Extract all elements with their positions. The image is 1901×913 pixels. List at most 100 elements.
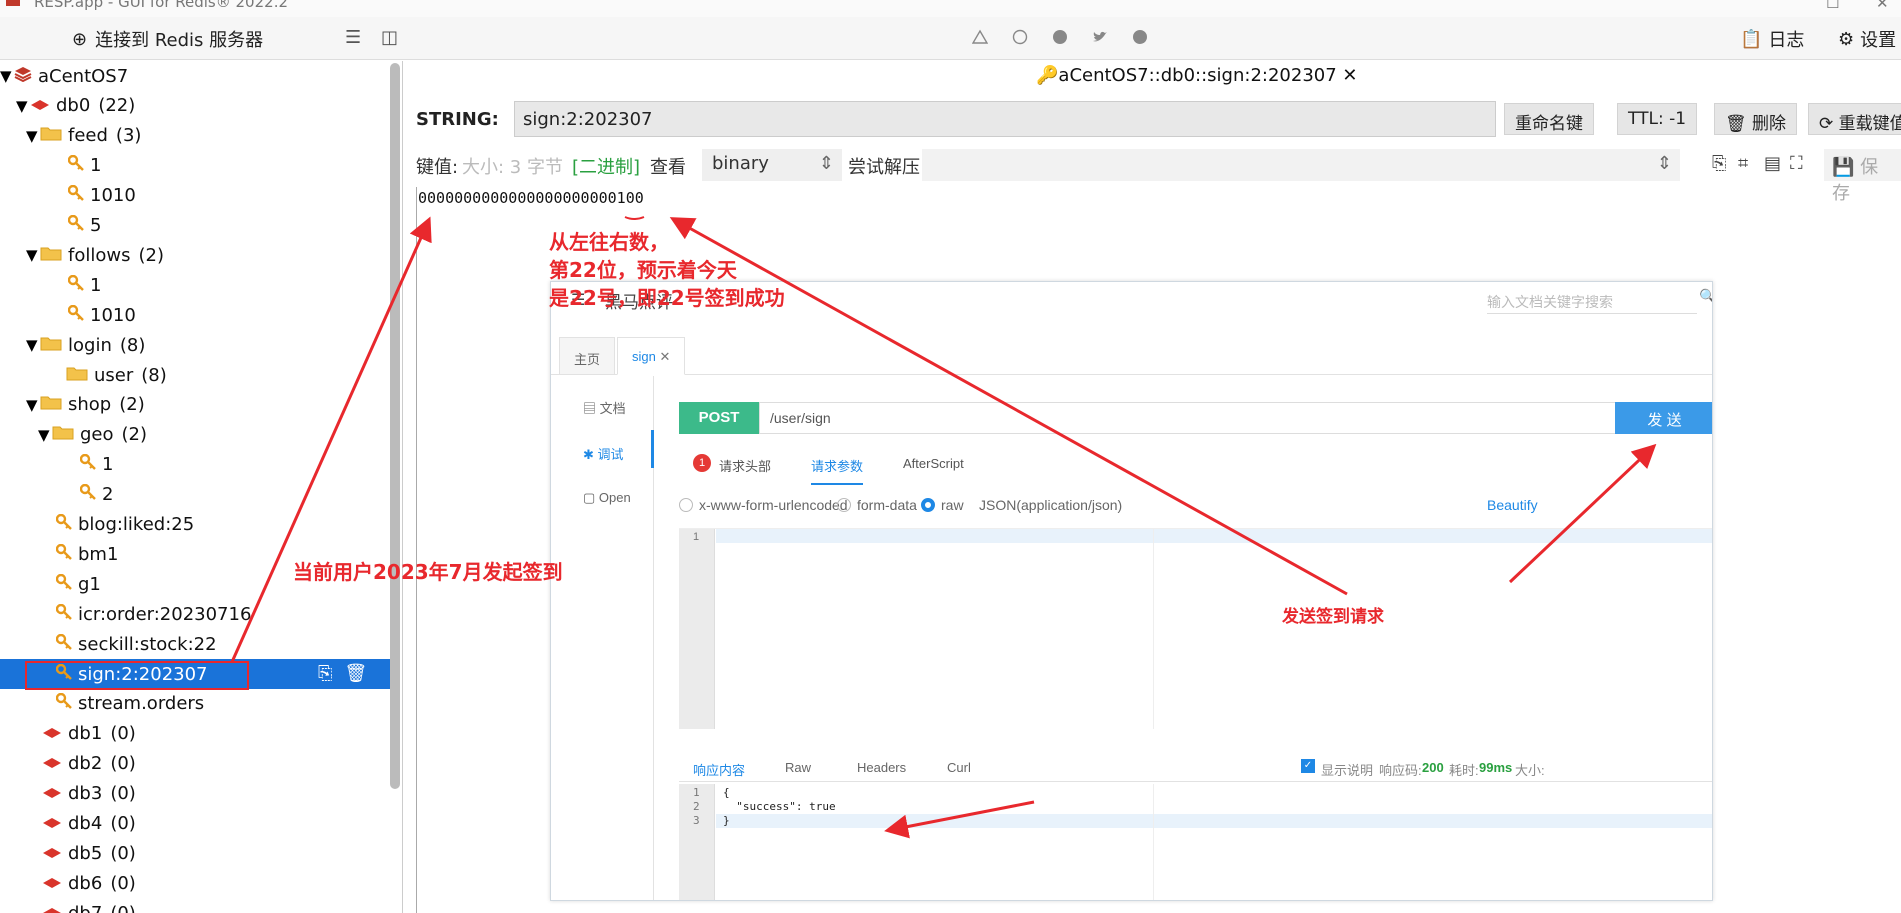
- tree-node[interactable]: 2: [0, 480, 390, 510]
- tree-node[interactable]: 1010: [0, 181, 390, 211]
- radio-form-data[interactable]: [837, 498, 851, 512]
- tree-node[interactable]: user (8): [0, 360, 390, 390]
- expand-toggle-icon[interactable]: ▼: [38, 426, 52, 444]
- tree-node[interactable]: blog:liked:25: [0, 510, 390, 540]
- sidebar-scrollbar[interactable]: [390, 63, 400, 789]
- subtab-headers[interactable]: 请求头部: [719, 456, 771, 475]
- tree-node[interactable]: db6 (0): [0, 868, 390, 898]
- decompress-select[interactable]: ⇕: [922, 149, 1680, 181]
- expand-toggle-icon[interactable]: ▼: [26, 246, 40, 264]
- tree-node[interactable]: ▼ feed (3): [0, 121, 390, 151]
- tree-node[interactable]: ▼ shop (2): [0, 390, 390, 420]
- connect-button[interactable]: ⊕ 连接到 Redis 服务器: [72, 26, 263, 52]
- binary-icon[interactable]: ▤: [1764, 153, 1781, 174]
- request-body-editor[interactable]: 1: [679, 528, 1712, 729]
- side-open-item[interactable]: ▢ Open: [583, 490, 631, 506]
- search-icon[interactable]: 🔍: [1699, 288, 1712, 305]
- tree-node-count: (2): [119, 394, 145, 416]
- reload-value-button[interactable]: ⟳ 重载键值: [1808, 103, 1901, 135]
- expand-toggle-icon[interactable]: ▼: [26, 336, 40, 354]
- connection-tree-panel: ▼ aCentOS7 ▼ db0 (22) ▼ feed (3) 1 1010 5 ▼ follows (…: [0, 61, 403, 913]
- tree-node[interactable]: 1: [0, 450, 390, 480]
- tree-node[interactable]: db2 (0): [0, 749, 390, 779]
- send-button[interactable]: 发 送: [1615, 402, 1712, 434]
- tree-node[interactable]: db4 (0): [0, 809, 390, 839]
- decompress-label: 尝试解压:: [848, 157, 927, 178]
- key-icon: [55, 513, 72, 535]
- tree-node[interactable]: db5 (0): [0, 838, 390, 868]
- telegram-icon[interactable]: [1052, 29, 1068, 45]
- github-icon[interactable]: [1132, 29, 1148, 45]
- value-editor[interactable]: 0000000000000000000000100: [418, 189, 644, 207]
- tree-node[interactable]: stream.orders: [0, 689, 390, 719]
- resp-tab-raw[interactable]: Raw: [785, 760, 811, 775]
- split-view-icon[interactable]: ◫: [381, 27, 398, 48]
- tree-node[interactable]: 1: [0, 270, 390, 300]
- tab-sign[interactable]: sign ✕: [617, 337, 686, 375]
- copy-key-icon[interactable]: ⎘: [318, 663, 332, 684]
- rename-key-button[interactable]: 重命名键: [1504, 103, 1594, 135]
- tree-node[interactable]: ▼ login (8): [0, 330, 390, 360]
- log-button[interactable]: 📋 日志: [1740, 26, 1804, 52]
- close-tab-icon[interactable]: ✕: [1342, 65, 1357, 86]
- expand-toggle-icon[interactable]: ▼: [16, 97, 30, 115]
- doc-search-input[interactable]: 输入文档关键字搜索: [1487, 286, 1697, 314]
- title-bar: RESP.app - GUI for Redis® 2022.2 ☐ ✕: [0, 0, 1901, 17]
- resp-tab-curl[interactable]: Curl: [947, 760, 971, 775]
- tab-home[interactable]: 主页: [559, 337, 616, 375]
- tree-node[interactable]: 5: [0, 211, 390, 241]
- side-doc-item[interactable]: ▤ 文档: [583, 398, 626, 417]
- resp-tab-content[interactable]: 响应内容: [693, 760, 745, 779]
- warning-icon[interactable]: [972, 29, 988, 45]
- tree-node[interactable]: 1: [0, 151, 390, 181]
- side-debug-item[interactable]: ✱ 调试: [583, 444, 624, 463]
- tree-node[interactable]: db3 (0): [0, 779, 390, 809]
- beautify-button[interactable]: Beautify: [1487, 497, 1538, 513]
- save-button[interactable]: 💾 保存: [1824, 149, 1901, 204]
- fullscreen-icon[interactable]: ⛶: [1790, 153, 1803, 174]
- tree-node[interactable]: ▼ db0 (22): [0, 91, 390, 121]
- subtab-params[interactable]: 请求参数: [811, 456, 864, 485]
- ttl-button[interactable]: TTL: -1: [1617, 103, 1698, 135]
- maximize-button[interactable]: ☐: [1826, 0, 1839, 12]
- tree-node[interactable]: ▼ geo (2): [0, 420, 390, 450]
- tree-node-label: db4: [68, 813, 103, 834]
- code-icon[interactable]: ⌗: [1738, 153, 1748, 174]
- expand-toggle-icon[interactable]: ▼: [0, 67, 14, 85]
- tree-node[interactable]: db7 (0): [0, 898, 390, 913]
- editor-tab[interactable]: 🔑aCentOS7::db0::sign:2:202307 ✕: [1036, 65, 1358, 86]
- subtab-afterscript[interactable]: AfterScript: [903, 456, 964, 471]
- tree-node[interactable]: ▼ aCentOS7: [0, 61, 390, 91]
- tree-node-label: geo: [80, 424, 114, 446]
- url-input[interactable]: /user/sign: [759, 402, 1669, 434]
- help-icon[interactable]: [1012, 29, 1028, 45]
- trash-icon: 🗑: [1725, 114, 1752, 134]
- close-window-button[interactable]: ✕: [1876, 0, 1889, 12]
- tree-node-label: 5: [90, 215, 102, 236]
- resp-tab-headers[interactable]: Headers: [857, 760, 906, 775]
- delete-key-button[interactable]: 🗑 删除: [1714, 103, 1797, 135]
- tree-node[interactable]: seckill:stock:22: [0, 629, 390, 659]
- expand-toggle-icon[interactable]: ▼: [26, 396, 40, 414]
- response-body[interactable]: 1 2 3 { "success": true }: [679, 784, 1712, 900]
- time-label: 耗时:: [1449, 763, 1479, 778]
- tree-node[interactable]: ▼ follows (2): [0, 240, 390, 270]
- tree-node[interactable]: 1010: [0, 300, 390, 330]
- radio-form-url[interactable]: [679, 498, 693, 512]
- copy-icon[interactable]: ⎘: [1712, 153, 1726, 174]
- delete-key-icon[interactable]: 🗑: [344, 663, 367, 684]
- tree-node[interactable]: icr:order:20230716: [0, 599, 390, 629]
- radio-raw[interactable]: [921, 498, 935, 512]
- tree-node[interactable]: sign:2:202307 ⎘ 🗑: [0, 659, 400, 689]
- view-mode-select[interactable]: binary ⇕: [702, 149, 842, 181]
- close-tab-icon[interactable]: ✕: [659, 349, 670, 364]
- list-view-icon[interactable]: ☰: [345, 27, 361, 48]
- tree-node[interactable]: db1 (0): [0, 719, 390, 749]
- show-desc-checkbox[interactable]: ✓: [1301, 759, 1315, 773]
- content-type-select[interactable]: JSON(application/json): [979, 497, 1122, 513]
- expand-toggle-icon[interactable]: ▼: [26, 127, 40, 145]
- database-icon: [42, 873, 62, 894]
- settings-button[interactable]: ⚙ 设置: [1838, 26, 1896, 52]
- twitter-icon[interactable]: [1092, 29, 1108, 45]
- key-name-field[interactable]: sign:2:202307: [514, 101, 1496, 137]
